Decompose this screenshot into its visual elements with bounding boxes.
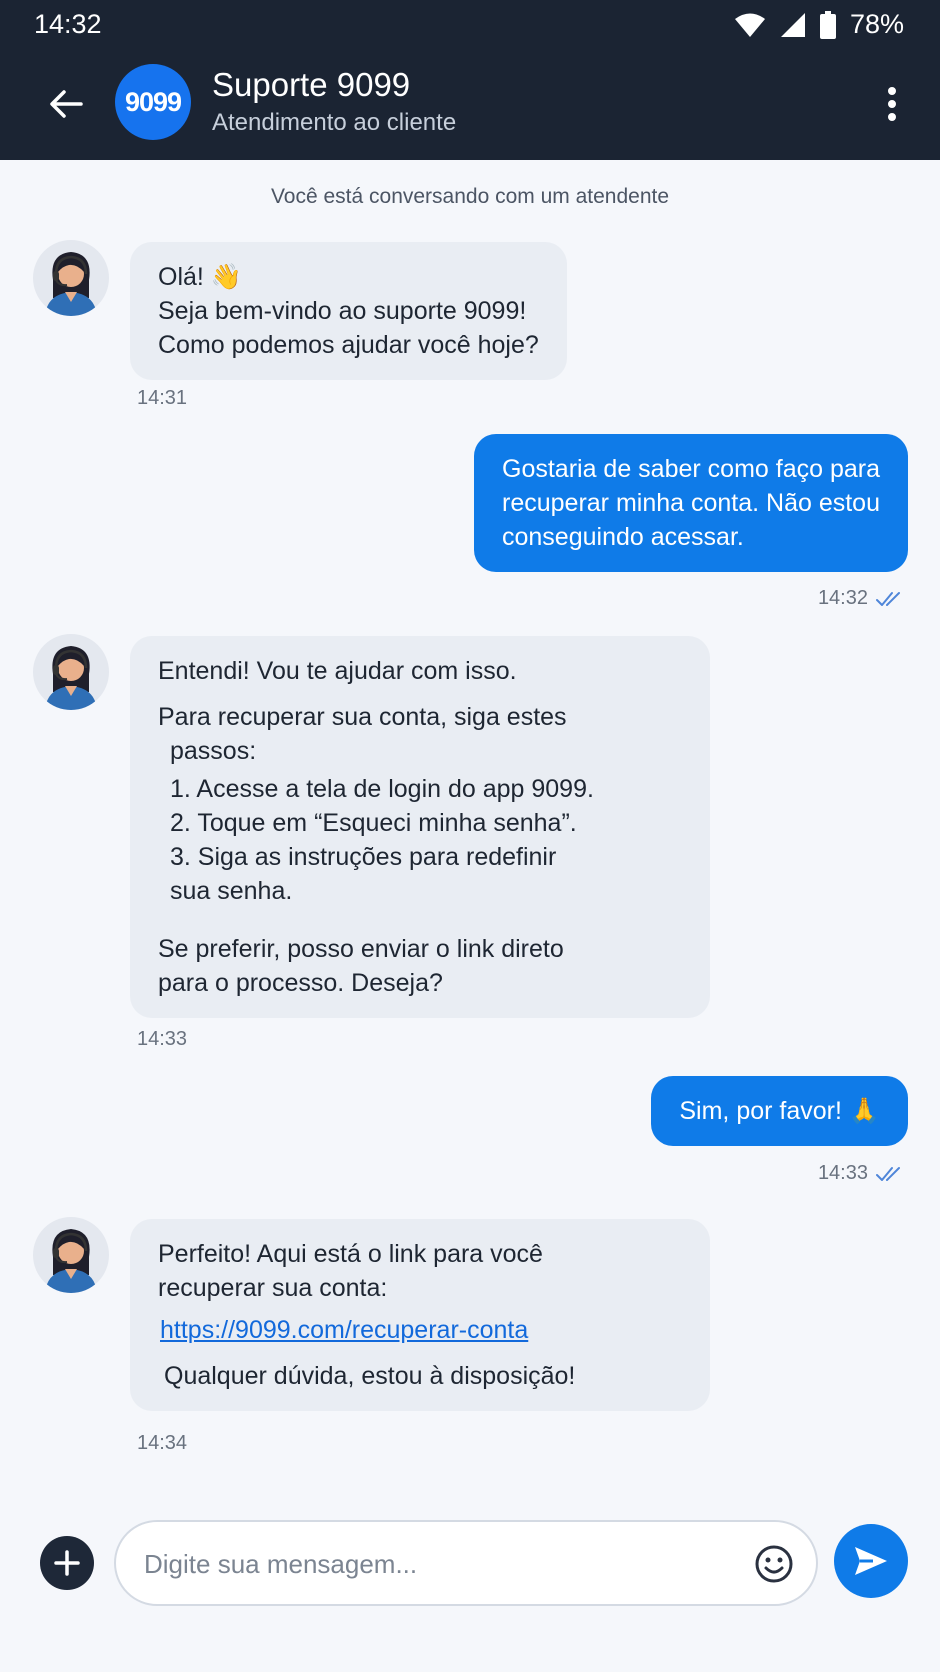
message-bubble-agent: Entendi! Vou te ajudar com isso. Para re… (130, 636, 710, 1018)
message-bubble-user: Gostaria de saber como faço para recuper… (474, 434, 908, 572)
chat-header: 9099 Suporte 9099 Atendimento ao cliente (0, 48, 940, 160)
message-timestamp: 14:32 (817, 587, 868, 609)
message-composer (0, 1500, 940, 1630)
message-timestamp: 14:33 (137, 1028, 188, 1050)
message-input-container (114, 1520, 818, 1606)
message-line: Qualquer dúvida, estou à disposição! (164, 1362, 576, 1390)
contact-logo[interactable]: 9099 (115, 64, 191, 140)
message-line: conseguindo acessar. (502, 523, 744, 551)
message-line: recuperar sua conta: (158, 1274, 388, 1302)
message-status: 14:33 (818, 1162, 904, 1185)
plus-icon (54, 1550, 80, 1576)
message-line: Como podemos ajudar você hoje? (158, 331, 539, 359)
message-line: Perfeito! Aqui está o link para você (158, 1240, 543, 1268)
message-line: Se preferir, posso enviar o link direto (158, 935, 564, 963)
message-input[interactable] (144, 1544, 744, 1584)
logo-text: 9099 (124, 86, 182, 117)
more-vert-icon (888, 87, 896, 121)
message-bubble-user: Sim, por favor! 🙏 (651, 1076, 908, 1146)
contact-subtitle: Atendimento ao cliente (212, 109, 457, 136)
emoji-icon (755, 1545, 793, 1583)
wifi-icon (734, 13, 765, 37)
agent-avatar (33, 240, 109, 316)
double-check-icon (876, 591, 900, 606)
status-icons: 78% (734, 9, 904, 40)
back-arrow-icon (50, 90, 83, 118)
step-item: 1. Acesse a tela de login do app 9099. (170, 775, 594, 803)
send-icon (855, 1547, 887, 1575)
message-status: 14:32 (818, 587, 904, 610)
back-button[interactable] (40, 78, 92, 130)
signal-icon (780, 12, 805, 37)
message-line: Para recuperar sua conta, siga estes (158, 703, 567, 731)
step-item: 2. Toque em “Esqueci minha senha”. (170, 809, 577, 837)
message-bubble-agent: Olá! 👋 Seja bem-vindo ao suporte 9099! C… (130, 242, 567, 380)
message-line: Olá! 👋 (158, 263, 242, 291)
attach-button[interactable] (40, 1536, 94, 1590)
more-options-button[interactable] (872, 76, 912, 132)
message-line: recuperar minha conta. Não estou (502, 489, 880, 517)
agent-avatar (33, 634, 109, 710)
conversation-notice: Você está conversando com um atendente (270, 185, 670, 208)
message-line: Seja bem-vindo ao suporte 9099! (158, 297, 527, 325)
message-line: Sim, por favor! 🙏 (679, 1097, 880, 1125)
contact-name: Suporte 9099 (212, 66, 411, 103)
battery-icon (819, 10, 836, 39)
message-line: Gostaria de saber como faço para (502, 455, 880, 483)
message-timestamp: 14:34 (137, 1432, 188, 1454)
step-item: 3. Siga as instruções para redefinir (170, 843, 557, 871)
message-timestamp: 14:31 (137, 387, 188, 409)
message-line: para o processo. Deseja? (158, 969, 443, 997)
battery-level: 78% (849, 9, 904, 39)
status-time: 14:32 (34, 9, 102, 39)
message-timestamp: 14:33 (817, 1162, 868, 1184)
emoji-button[interactable] (754, 1544, 794, 1584)
recovery-link[interactable]: https://9099.com/recuperar-conta (160, 1313, 528, 1347)
message-line: Entendi! Vou te ajudar com isso. (158, 657, 517, 685)
status-bar: 14:32 78% (0, 0, 940, 48)
message-bubble-agent: Perfeito! Aqui está o link para você rec… (130, 1219, 710, 1411)
agent-avatar (33, 1217, 109, 1293)
step-item: sua senha. (170, 877, 293, 905)
send-button[interactable] (834, 1524, 908, 1598)
message-line: passos: (170, 737, 257, 765)
double-check-icon (876, 1166, 900, 1181)
